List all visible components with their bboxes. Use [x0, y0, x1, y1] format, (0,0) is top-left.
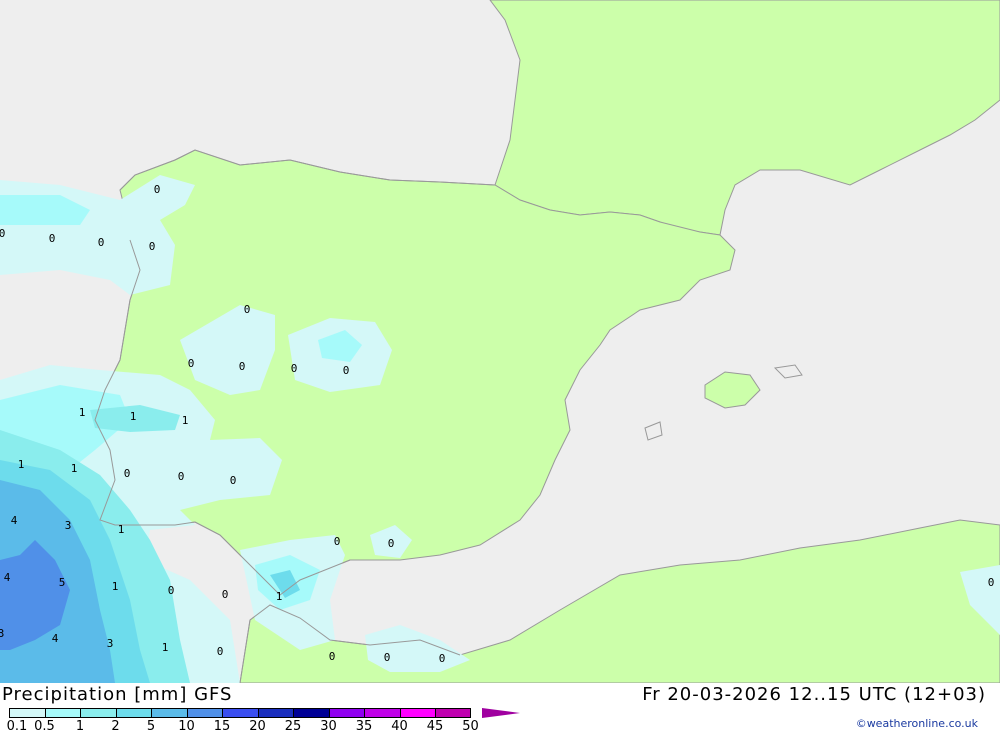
- precip-value-label: 3: [0, 627, 4, 640]
- color-swatch: [364, 708, 400, 718]
- precip-value-label: 0: [384, 651, 391, 664]
- scale-tick-label: 40: [391, 719, 408, 734]
- scale-tick-label: 45: [426, 719, 444, 734]
- precip-value-label: 0: [0, 227, 5, 240]
- color-swatch: [435, 708, 471, 718]
- scale-tick-label: 30: [320, 719, 337, 734]
- precip-value-label: 1: [112, 580, 119, 593]
- precip-value-label: 1: [162, 641, 169, 654]
- scale-tick-label: 0.1: [6, 719, 28, 734]
- legend-footer: Precipitation [mm] GFS Fr 20-03-2026 12.…: [0, 683, 1000, 734]
- precip-value-label: 0: [334, 535, 341, 548]
- color-swatch: [186, 708, 222, 718]
- precip-value-label: 0: [329, 650, 336, 663]
- precip-value-label: 1: [276, 590, 283, 603]
- color-swatch: [328, 708, 364, 718]
- precip-value-label: 3: [65, 519, 72, 532]
- color-swatch: [80, 708, 116, 718]
- scale-tick-label: 15: [213, 719, 231, 734]
- color-swatch: [44, 708, 80, 718]
- precip-value-label: 0: [149, 240, 156, 253]
- forecast-datetime: Fr 20-03-2026 12..15 UTC (12+03): [642, 684, 986, 705]
- scale-tick-label: 2: [111, 719, 120, 734]
- color-swatch: [257, 708, 293, 718]
- precip-value-label: 0: [168, 584, 175, 597]
- precip-value-label: 4: [11, 514, 18, 527]
- scale-tick-label: 20: [249, 719, 266, 734]
- precip-value-label: 0: [239, 360, 246, 373]
- color-swatch: [293, 708, 329, 718]
- precip-value-label: 1: [79, 406, 86, 419]
- scale-tick-label: 5: [146, 719, 156, 734]
- precip-value-label: 1: [182, 414, 189, 427]
- color-swatch: [151, 708, 187, 718]
- precip-value-label: 4: [52, 632, 59, 645]
- precip-value-label: 0: [188, 357, 195, 370]
- color-swatch: [9, 708, 45, 718]
- precip-value-label: 0: [988, 576, 995, 589]
- precip-value-label: 0: [230, 474, 237, 487]
- color-swatch: [222, 708, 258, 718]
- precip-value-label: 0: [124, 467, 131, 480]
- precip-value-label: 0: [154, 183, 161, 196]
- color-scale-overflow-arrow: [482, 708, 520, 718]
- precip-value-label: 0: [178, 470, 185, 483]
- precip-value-label: 0: [244, 303, 251, 316]
- scale-tick-label: 1: [75, 719, 85, 734]
- color-scale-ticks: 0.1 0.5 1 2 5 10 15 20 25 30 35 40 45 50: [0, 719, 520, 734]
- precip-value-label: 0: [439, 652, 446, 665]
- precip-value-label: 0: [343, 364, 350, 377]
- precip-value-label: 0: [388, 537, 395, 550]
- legend-title: Precipitation [mm] GFS: [2, 684, 233, 705]
- color-swatch: [399, 708, 435, 718]
- scale-tick-label: 35: [355, 719, 373, 734]
- precip-value-label: 0: [98, 236, 105, 249]
- precip-value-label: 0: [217, 645, 224, 658]
- scale-tick-label: 10: [178, 719, 195, 734]
- precip-value-label: 1: [118, 523, 125, 536]
- precip-value-label: 3: [107, 637, 114, 650]
- precip-value-label: 4: [4, 571, 11, 584]
- color-swatch: [115, 708, 151, 718]
- precip-value-label: 0: [291, 362, 298, 375]
- precip-value-label: 0: [49, 232, 56, 245]
- precip-value-label: 1: [130, 410, 137, 423]
- precip-value-label: 5: [59, 576, 66, 589]
- scale-tick-label: 25: [284, 719, 302, 734]
- scale-tick-label: 50: [462, 719, 479, 734]
- credit-link[interactable]: ©weatheronline.co.uk: [856, 717, 978, 730]
- precip-value-label: 1: [71, 462, 78, 475]
- scale-tick-label: 0.5: [34, 719, 55, 734]
- precip-value-label: 1: [18, 458, 25, 471]
- precip-value-label: 0: [222, 588, 229, 601]
- precipitation-map[interactable]: 0 0 0 0 0 0 0 0 0 0 0 1 1 1 1 1 0 0 0 4 3 1 4 5 1 0 0 1 3 4 3 1 0 0 0 0 0 0: [0, 0, 1000, 683]
- color-scale: [9, 708, 471, 718]
